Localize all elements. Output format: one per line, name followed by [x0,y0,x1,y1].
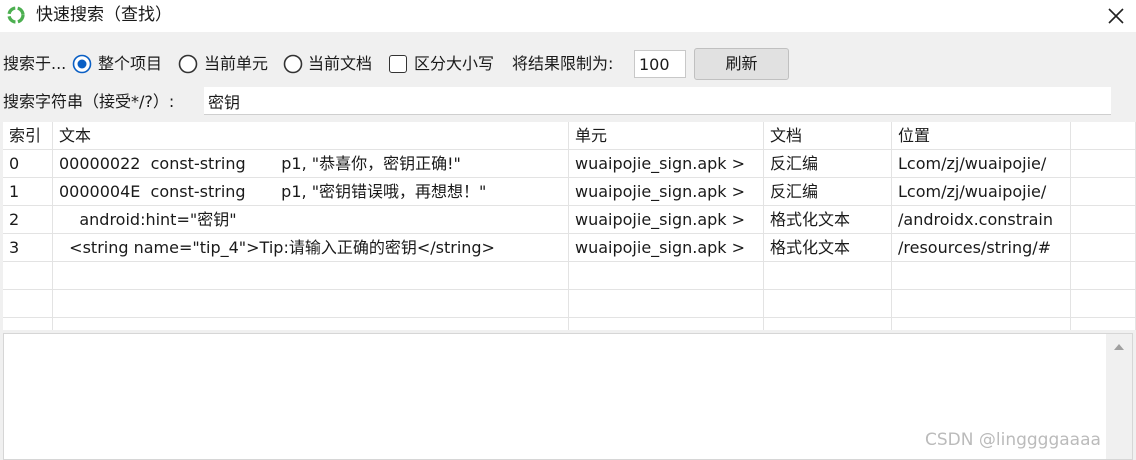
cell-location: Lcom/zj/wuaipojie/ [892,150,1071,178]
table-row-empty [3,290,1136,318]
cell-filler [1071,234,1136,262]
title-bar: 快速搜索（查找） [0,0,1136,32]
scroll-up-arrow-icon[interactable] [1114,344,1124,350]
table-row[interactable]: 0 00000022 const-string p1, "恭喜你，密钥正确!" … [3,150,1136,178]
radio-current-document-label[interactable]: 当前文档 [308,54,372,74]
column-header-location[interactable]: 位置 [892,122,1071,150]
cell-unit: wuaipojie_sign.apk > [569,150,764,178]
radio-whole-project-label[interactable]: 整个项目 [98,54,162,74]
table-row-empty [3,262,1136,290]
cell-document: 格式化文本 [764,234,892,262]
cell-index: 0 [3,150,53,178]
cell-text: <string name="tip_4">Tip:请输入正确的密钥</strin… [53,234,569,262]
cell-unit: wuaipojie_sign.apk > [569,178,764,206]
radio-current-document[interactable] [283,54,303,74]
table-row[interactable]: 1 0000004E const-string p1, "密钥错误哦，再想想！"… [3,178,1136,206]
vertical-scrollbar[interactable] [1106,334,1132,459]
watermark: CSDN @linggggaaaa [925,430,1101,450]
column-header-index[interactable]: 索引 [3,122,53,150]
cell-index: 1 [3,178,53,206]
radio-current-unit[interactable] [178,54,198,74]
cell-unit: wuaipojie_sign.apk > [569,234,764,262]
cell-location: /resources/string/# [892,234,1071,262]
cell-index: 2 [3,206,53,234]
close-button[interactable] [1096,0,1136,32]
cell-filler [1071,150,1136,178]
radio-whole-project[interactable] [72,54,92,74]
cell-location: /androidx.constrain [892,206,1071,234]
case-sensitive-label[interactable]: 区分大小写 [414,54,494,74]
cell-document: 格式化文本 [764,206,892,234]
limit-input[interactable] [634,50,686,78]
results-table: 索引 文本 单元 文档 位置 0 00000022 const-string p… [3,122,1136,330]
column-header-text[interactable]: 文本 [53,122,569,150]
app-logo-icon [7,6,25,24]
window-title: 快速搜索（查找） [36,5,172,25]
cell-text: 0000004E const-string p1, "密钥错误哦，再想想！" [53,178,569,206]
cell-filler [1071,178,1136,206]
search-in-label: 搜索于... [3,54,67,73]
limit-label: 将结果限制为: [512,54,614,73]
column-header-document[interactable]: 文档 [764,122,892,150]
refresh-button[interactable]: 刷新 [694,48,789,80]
case-sensitive-checkbox[interactable] [389,55,407,73]
cell-text: android:hint="密钥" [53,206,569,234]
column-header-filler [1071,122,1136,150]
cell-text: 00000022 const-string p1, "恭喜你，密钥正确!" [53,150,569,178]
table-row[interactable]: 3 <string name="tip_4">Tip:请输入正确的密钥</str… [3,234,1136,262]
close-icon [1108,8,1124,24]
cell-unit: wuaipojie_sign.apk > [569,206,764,234]
cell-location: Lcom/zj/wuaipojie/ [892,178,1071,206]
table-row[interactable]: 2 android:hint="密钥" wuaipojie_sign.apk >… [3,206,1136,234]
column-header-unit[interactable]: 单元 [569,122,764,150]
cell-document: 反汇编 [764,178,892,206]
search-options-row: 搜索于... 整个项目 当前单元 当前文档 区分大小写 将结果限制为: [0,48,1136,80]
table-row-empty [3,318,1136,330]
cell-filler [1071,206,1136,234]
search-input[interactable] [204,87,1111,115]
cell-document: 反汇编 [764,150,892,178]
radio-current-unit-label[interactable]: 当前单元 [204,54,268,74]
cell-index: 3 [3,234,53,262]
search-string-label: 搜索字符串（接受*/?）: [3,92,175,111]
